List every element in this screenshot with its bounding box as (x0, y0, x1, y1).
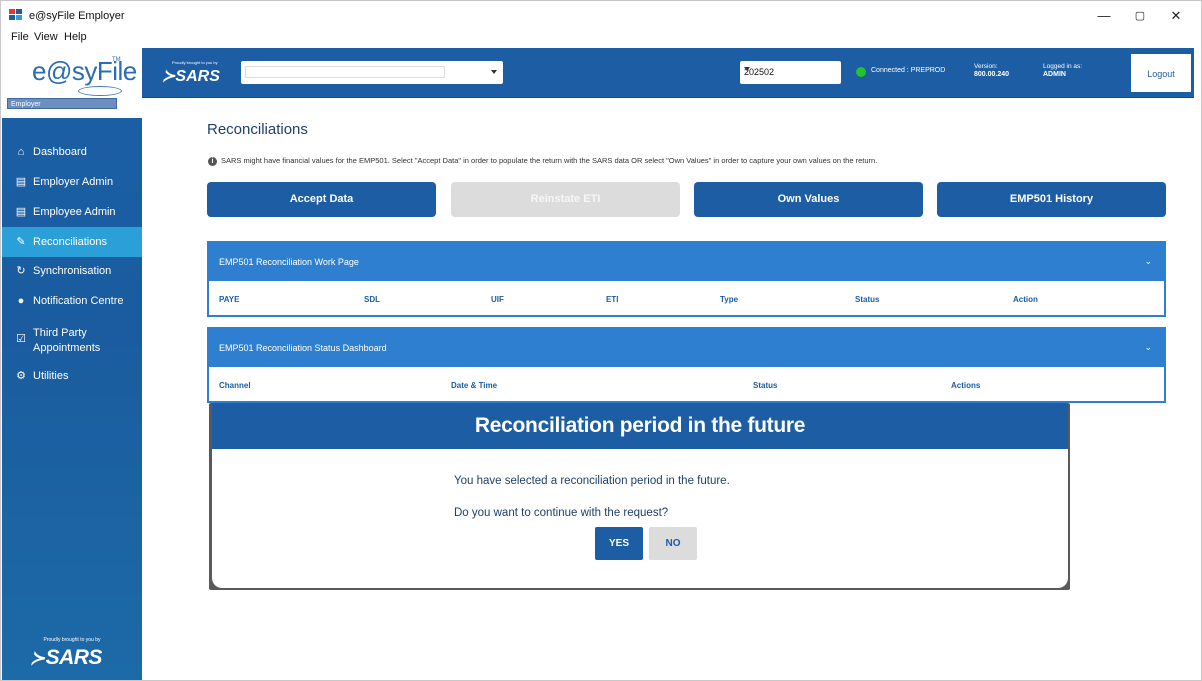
sidebar-item-employee-admin[interactable]: ▤ Employee Admin (2, 197, 142, 227)
chevron-down-icon[interactable]: ⌄ (1144, 256, 1152, 267)
sidebar-item-label: Reconciliations (33, 236, 107, 248)
home-icon: ⌂ (17, 146, 25, 158)
app-window: e@syFile Employer — ▢ ✕ File View Help e… (0, 0, 1202, 681)
info-icon: i (208, 156, 217, 166)
column-header-date-time: Date & Time (451, 381, 498, 390)
menu-help[interactable]: Help (64, 31, 87, 43)
id-card-icon: ▤ (15, 176, 27, 188)
sidebar-item-notification-centre[interactable]: ● Notification Centre (2, 286, 142, 316)
sars-logo-text: SARS (45, 646, 103, 669)
column-header-type: Type (720, 295, 739, 304)
top-header: Proudly brought to you by ≻SARS 202502 C… (142, 48, 1194, 98)
gears-icon: ⚙ (16, 370, 26, 382)
accept-data-button[interactable]: Accept Data (207, 182, 436, 217)
sidebar-item-label: Third Party Appointments (33, 327, 101, 354)
sidebar-item-employer-admin[interactable]: ▤ Employer Admin (2, 167, 142, 197)
column-header-status: Status (855, 295, 880, 304)
dialog-message: You have selected a reconciliation perio… (454, 475, 730, 487)
chevron-down-icon (491, 70, 497, 74)
info-text: SARS might have financial values for the… (221, 156, 878, 165)
column-header-sdl: SDL (364, 295, 380, 304)
logged-in-user: ADMIN (1043, 71, 1066, 78)
column-header-eti: ETI (606, 295, 619, 304)
confirm-dialog: Reconciliation period in the future You … (209, 403, 1070, 590)
entity-select[interactable] (241, 61, 503, 84)
header-sars-logo: ≻SARS (162, 66, 220, 86)
logged-in-label: Logged in as: (1043, 63, 1083, 70)
status-dashboard-title: EMP501 Reconciliation Status Dashboard (219, 343, 387, 353)
column-header-action: Action (1013, 295, 1038, 304)
sidebar-item-synchronisation[interactable]: ↻ Synchronisation (2, 256, 142, 286)
no-button[interactable]: NO (649, 527, 697, 560)
reinstate-eti-button[interactable]: Reinstate ETI (451, 182, 680, 217)
sars-chevron-icon: ≻ (162, 68, 176, 85)
status-dashboard-header[interactable]: EMP501 Reconciliation Status Dashboard ⌄ (209, 329, 1164, 367)
menu-bar: File View Help (1, 29, 1201, 45)
sidebar: e@syFile TM Employer ⌂ Dashboard ▤ Emplo… (2, 48, 142, 680)
column-header-paye: PAYE (219, 295, 240, 304)
work-page-panel: EMP501 Reconciliation Work Page ⌄ PAYE S… (207, 241, 1166, 317)
calendar-check-icon: ☑ (16, 333, 26, 345)
sidebar-item-label: Notification Centre (33, 295, 124, 307)
sars-logo: ≻SARS (30, 646, 114, 669)
column-header-status: Status (753, 381, 778, 390)
period-select[interactable]: 202502 (740, 61, 841, 84)
yes-button[interactable]: YES (595, 527, 643, 560)
work-page-header[interactable]: EMP501 Reconciliation Work Page ⌄ (209, 243, 1164, 281)
status-dashboard-panel: EMP501 Reconciliation Status Dashboard ⌄… (207, 327, 1166, 403)
logo: e@syFile TM Employer (2, 48, 142, 118)
sidebar-tagline: Proudly brought to you by (43, 637, 101, 643)
page-title: Reconciliations (207, 121, 308, 138)
sidebar-item-label: Synchronisation (33, 265, 112, 277)
dialog-title: Reconciliation period in the future (212, 403, 1068, 449)
sidebar-item-label: Utilities (33, 370, 69, 382)
window-title: e@syFile Employer (29, 10, 125, 22)
app-icon (9, 9, 23, 21)
logo-swoosh-icon (78, 86, 122, 96)
info-message: i SARS might have financial values for th… (208, 156, 877, 166)
version-label: Version: (974, 63, 998, 70)
sidebar-item-third-party-appointments[interactable]: ☑ Third Party Appointments (2, 323, 142, 359)
sars-chevron-icon: ≻ (30, 648, 45, 668)
work-page-title: EMP501 Reconciliation Work Page (219, 257, 359, 267)
version-value: 800.00.240 (974, 71, 1010, 78)
logout-button[interactable]: Logout (1130, 53, 1192, 93)
sidebar-item-dashboard[interactable]: ⌂ Dashboard (2, 137, 142, 167)
own-values-button[interactable]: Own Values (694, 182, 923, 217)
header-tagline: Proudly brought to you by (172, 60, 218, 65)
bell-icon: ● (17, 295, 25, 307)
dialog-question: Do you want to continue with the request… (454, 507, 669, 519)
sidebar-item-utilities[interactable]: ⚙ Utilities (2, 361, 142, 391)
logo-tm: TM (112, 57, 121, 63)
logo-badge: Employer (7, 98, 117, 109)
connection-status: Connected : PREPROD (871, 67, 946, 74)
column-header-uif: UIF (491, 295, 504, 304)
header-sars-text: SARS (175, 68, 220, 85)
close-button[interactable]: ✕ (1161, 5, 1191, 27)
title-bar: e@syFile Employer — ▢ ✕ (1, 1, 1201, 29)
sidebar-item-reconciliations[interactable]: ✎ Reconciliations (2, 227, 142, 257)
menu-view[interactable]: View (34, 31, 58, 43)
sidebar-item-label: Employee Admin (33, 206, 116, 218)
column-header-actions: Actions (951, 381, 981, 390)
sidebar-item-label: Employer Admin (33, 176, 114, 188)
entity-select-value (245, 66, 445, 78)
sidebar-item-label: Dashboard (33, 146, 87, 158)
restore-button[interactable]: ▢ (1125, 5, 1155, 27)
connection-status-icon (856, 67, 866, 77)
document-edit-icon: ✎ (16, 236, 26, 248)
minimize-button[interactable]: — (1089, 5, 1119, 27)
menu-file[interactable]: File (11, 31, 29, 43)
column-header-channel: Channel (219, 381, 251, 390)
confirm-dialog-body: Reconciliation period in the future You … (212, 403, 1068, 588)
logo-text: e@syFile (32, 56, 137, 86)
sync-icon: ↻ (16, 265, 26, 277)
id-card-icon: ▤ (15, 206, 27, 218)
emp501-history-button[interactable]: EMP501 History (937, 182, 1166, 217)
chevron-down-icon (744, 67, 750, 71)
chevron-down-icon[interactable]: ⌄ (1144, 342, 1152, 353)
